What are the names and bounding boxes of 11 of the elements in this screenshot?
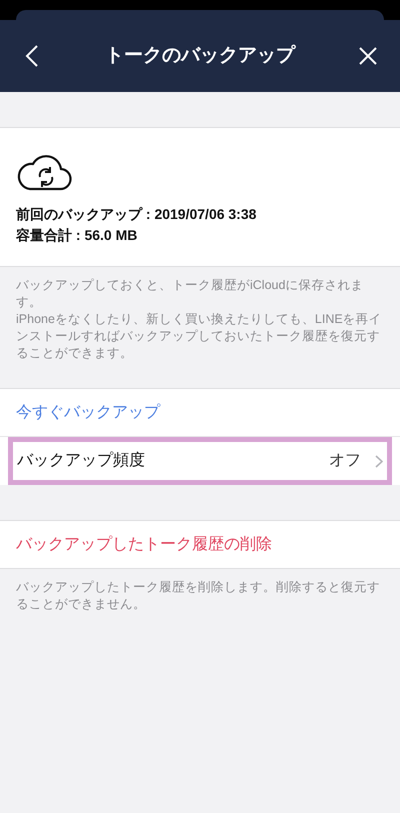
backup-now-link[interactable]: 今すぐバックアップ [0,389,400,437]
delete-backup-link[interactable]: バックアップしたトーク履歴の削除 [0,521,400,569]
screen-title: トークのバックアップ [105,44,295,68]
delete-note: バックアップしたトーク履歴を削除します。削除すると復元することができません。 [15,579,381,613]
total-size-text: 容量合計 : 56.0 MB [16,226,138,245]
last-backup-text: 前回のバックアップ : 2019/07/06 3:38 [16,205,256,224]
frequency-value: オフ [329,451,361,471]
cloud-sync-icon [16,152,72,192]
close-icon [359,47,377,65]
back-icon [25,44,39,68]
chevron-icon [375,454,383,468]
